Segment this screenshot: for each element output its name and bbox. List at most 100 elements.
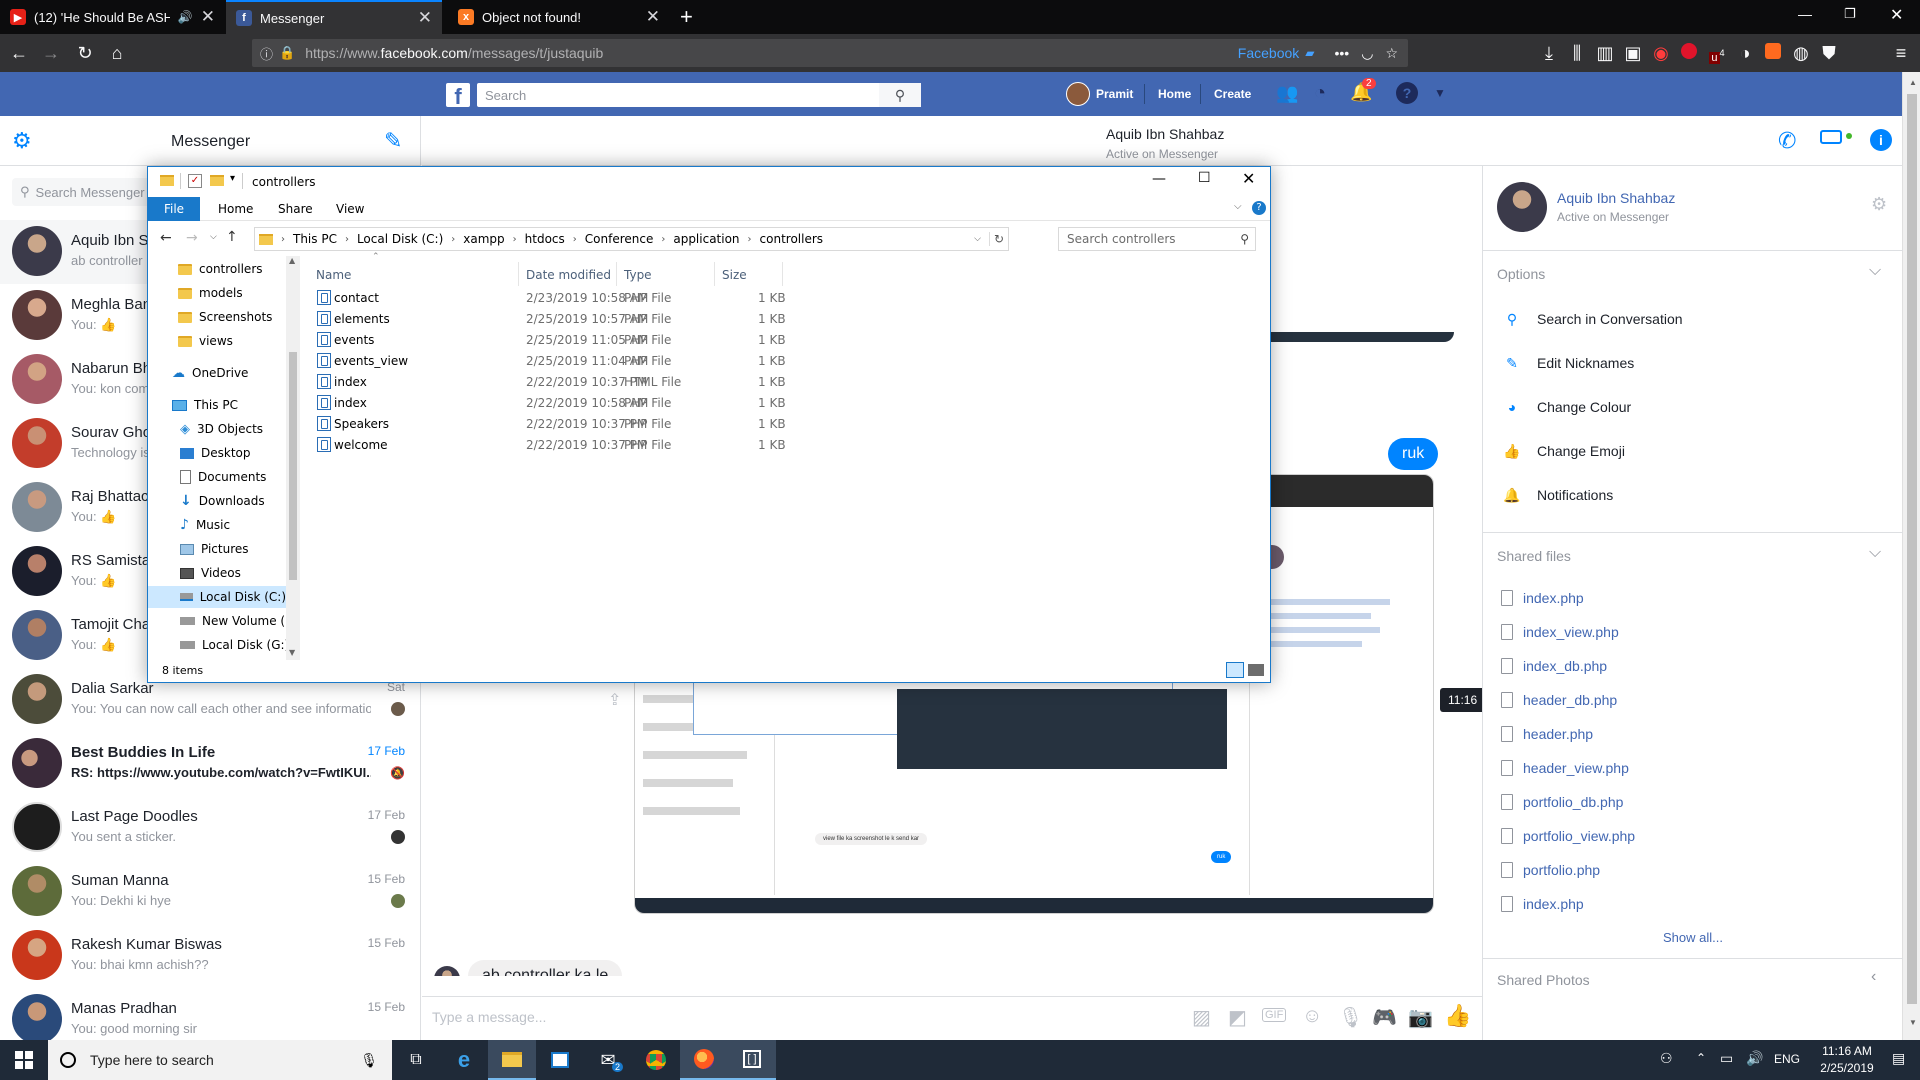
microphone-icon[interactable]: 🎙: [360, 1052, 378, 1069]
shared-file-item[interactable]: header.php: [1501, 726, 1593, 742]
home-link[interactable]: Home: [1158, 87, 1191, 101]
column-divider[interactable]: [616, 262, 617, 286]
tree-item-local-disk-g[interactable]: Local Disk (G:): [180, 634, 289, 656]
avatar[interactable]: [1497, 182, 1547, 232]
tree-item-music[interactable]: ♪ Music: [180, 514, 230, 536]
file-row[interactable]: events_view 2/25/2019 11:04 AM PHP File 1 K…: [310, 351, 890, 371]
explorer-search-input[interactable]: Search controllers: [1067, 232, 1176, 246]
taskbar-file-explorer[interactable]: [488, 1040, 536, 1080]
minimize-window-icon[interactable]: —: [1798, 6, 1812, 22]
extension-icon[interactable]: ◉: [1650, 43, 1672, 65]
new-message-icon[interactable]: ✎: [384, 128, 402, 154]
network-icon[interactable]: ▭: [1720, 1050, 1733, 1067]
scroll-down-icon[interactable]: ▼: [1909, 1018, 1917, 1027]
back-icon[interactable]: ←: [160, 230, 172, 246]
conversation-item[interactable]: Manas Pradhan You: good morning sir 15 F…: [0, 988, 420, 1040]
chevron-down-icon[interactable]: ⌵: [1869, 544, 1881, 562]
address-bar[interactable]: › This PC › Local Disk (C:) › xampp › ht…: [254, 227, 1009, 251]
new-folder-icon[interactable]: [210, 175, 224, 186]
column-divider[interactable]: [518, 262, 519, 286]
taskbar-brackets[interactable]: [ ]: [728, 1040, 776, 1080]
url-bar[interactable]: ⓘ 🔒 https://www.facebook.com/messages/t/…: [252, 39, 1408, 67]
column-type[interactable]: Type: [624, 268, 652, 282]
file-row[interactable]: contact 2/23/2019 10:58 AM PHP File 1 KB: [310, 288, 890, 308]
forward-icon[interactable]: →: [186, 230, 198, 246]
tree-item-models[interactable]: models: [178, 282, 243, 304]
taskbar-store[interactable]: [536, 1040, 584, 1080]
photo-icon[interactable]: ▨: [1192, 1005, 1211, 1030]
browser-tab-messenger[interactable]: f Messenger ✕: [226, 0, 442, 34]
sticker-icon[interactable]: ◩: [1228, 1005, 1247, 1030]
opera-icon[interactable]: [1678, 43, 1700, 65]
options-header[interactable]: Options: [1497, 266, 1545, 282]
breadcrumb-controllers[interactable]: controllers: [760, 232, 824, 246]
shared-file-item[interactable]: index_db.php: [1501, 658, 1607, 674]
tree-item-onedrive[interactable]: ☁ OneDrive: [172, 362, 248, 384]
breadcrumb-local-disk[interactable]: Local Disk (C:): [357, 232, 443, 246]
quick-access-dropdown-icon[interactable]: ▾: [230, 173, 235, 184]
message-input[interactable]: Type a message...: [432, 1009, 546, 1025]
tree-item-3d-objects[interactable]: ◈ 3D Objects: [180, 418, 263, 440]
games-icon[interactable]: 🎮: [1372, 1005, 1397, 1030]
thumbs-up-send-icon[interactable]: 👍: [1444, 1003, 1471, 1029]
ribbon-tab-share[interactable]: Share: [278, 202, 313, 216]
extension-icon[interactable]: ◑: [1734, 43, 1756, 65]
file-row[interactable]: elements 2/25/2019 10:57 AM PHP File 1 KB: [310, 309, 890, 329]
video-call-icon[interactable]: [1820, 130, 1842, 144]
explorer-title-bar[interactable]: ✓ ▾ controllers — ☐ ✕: [148, 167, 1270, 197]
restore-window-icon[interactable]: ❐: [1844, 6, 1856, 22]
hamburger-menu-icon[interactable]: ≡: [1890, 43, 1912, 65]
tree-scrollbar[interactable]: ▲ ▼: [286, 256, 300, 660]
breadcrumb-this-pc[interactable]: This PC: [293, 232, 337, 246]
microphone-icon[interactable]: 🎙: [1338, 1005, 1363, 1030]
conversation-item[interactable]: Rakesh Kumar Biswas You: bhai kmn achish…: [0, 924, 420, 988]
column-divider[interactable]: [714, 262, 715, 286]
option-edit-nicknames[interactable]: ✎ Edit Nicknames: [1501, 352, 1634, 374]
profile-link[interactable]: Pramit: [1096, 87, 1133, 101]
phone-call-icon[interactable]: ✆: [1778, 128, 1796, 154]
chevron-left-icon[interactable]: ‹: [1871, 968, 1876, 986]
taskbar-search-input[interactable]: Type here to search: [90, 1052, 214, 1068]
shared-file-item[interactable]: header_view.php: [1501, 760, 1629, 776]
column-size[interactable]: Size: [722, 268, 747, 282]
info-icon[interactable]: ⓘ: [260, 44, 273, 63]
chevron-down-icon[interactable]: ⌵: [1869, 262, 1881, 280]
browser-tab-youtube[interactable]: ▶ (12) 'He Should Be ASHAMED' 🔊 ✕: [0, 0, 225, 34]
shared-file-item[interactable]: header_db.php: [1501, 692, 1617, 708]
close-tab-icon[interactable]: ✕: [418, 8, 432, 28]
option-search-in-conversation[interactable]: ⚲ Search in Conversation: [1501, 308, 1683, 330]
screenshot-icon[interactable]: ▣: [1622, 43, 1644, 65]
friend-requests-icon[interactable]: 👥: [1276, 83, 1298, 104]
ribbon-tab-home[interactable]: Home: [218, 202, 253, 216]
bookmark-star-icon[interactable]: ☆: [1385, 45, 1398, 62]
option-change-emoji[interactable]: 👍 Change Emoji: [1501, 440, 1625, 462]
ribbon-expand-icon[interactable]: ⌵: [1234, 201, 1242, 212]
conversation-item[interactable]: Best Buddies In Life RS: https://www.you…: [0, 732, 420, 796]
maximize-icon[interactable]: ☐: [1198, 170, 1211, 186]
camera-icon[interactable]: 📷: [1408, 1005, 1433, 1030]
taskbar-chrome[interactable]: [632, 1040, 680, 1080]
new-tab-icon[interactable]: +: [680, 4, 693, 30]
minimize-icon[interactable]: —: [1152, 171, 1166, 187]
sidebar-icon[interactable]: ▥: [1594, 43, 1616, 65]
scrollbar-thumb[interactable]: [289, 352, 297, 580]
show-all-files-link[interactable]: Show all...: [1663, 930, 1723, 945]
large-icons-view-icon[interactable]: [1248, 664, 1264, 676]
library-icon[interactable]: ⫼: [1566, 43, 1588, 65]
column-date-modified[interactable]: Date modified: [526, 268, 611, 282]
tree-item-local-disk-c[interactable]: Local Disk (C:): [148, 586, 286, 608]
conversation-item[interactable]: Last Page Doodles You sent a sticker. 17…: [0, 796, 420, 860]
globe-icon[interactable]: ◍: [1790, 43, 1812, 65]
breadcrumb-application[interactable]: application: [673, 232, 739, 246]
close-window-icon[interactable]: ✕: [1890, 5, 1903, 25]
shared-file-item[interactable]: index_view.php: [1501, 624, 1619, 640]
tree-item-downloads[interactable]: ↓ Downloads: [180, 490, 265, 512]
file-row[interactable]: welcome 2/22/2019 10:37 PM PHP File 1 KB: [310, 435, 890, 455]
option-change-colour[interactable]: ◕ Change Colour: [1501, 396, 1631, 418]
back-icon[interactable]: ←: [8, 43, 30, 65]
browser-tab-xampp[interactable]: x Object not found! ✕: [448, 0, 670, 34]
shared-photos-header[interactable]: Shared Photos: [1497, 972, 1590, 988]
settings-gear-icon[interactable]: ⚙: [1871, 194, 1887, 215]
shared-file-item[interactable]: portfolio.php: [1501, 862, 1600, 878]
option-notifications[interactable]: 🔔 Notifications: [1501, 484, 1613, 506]
